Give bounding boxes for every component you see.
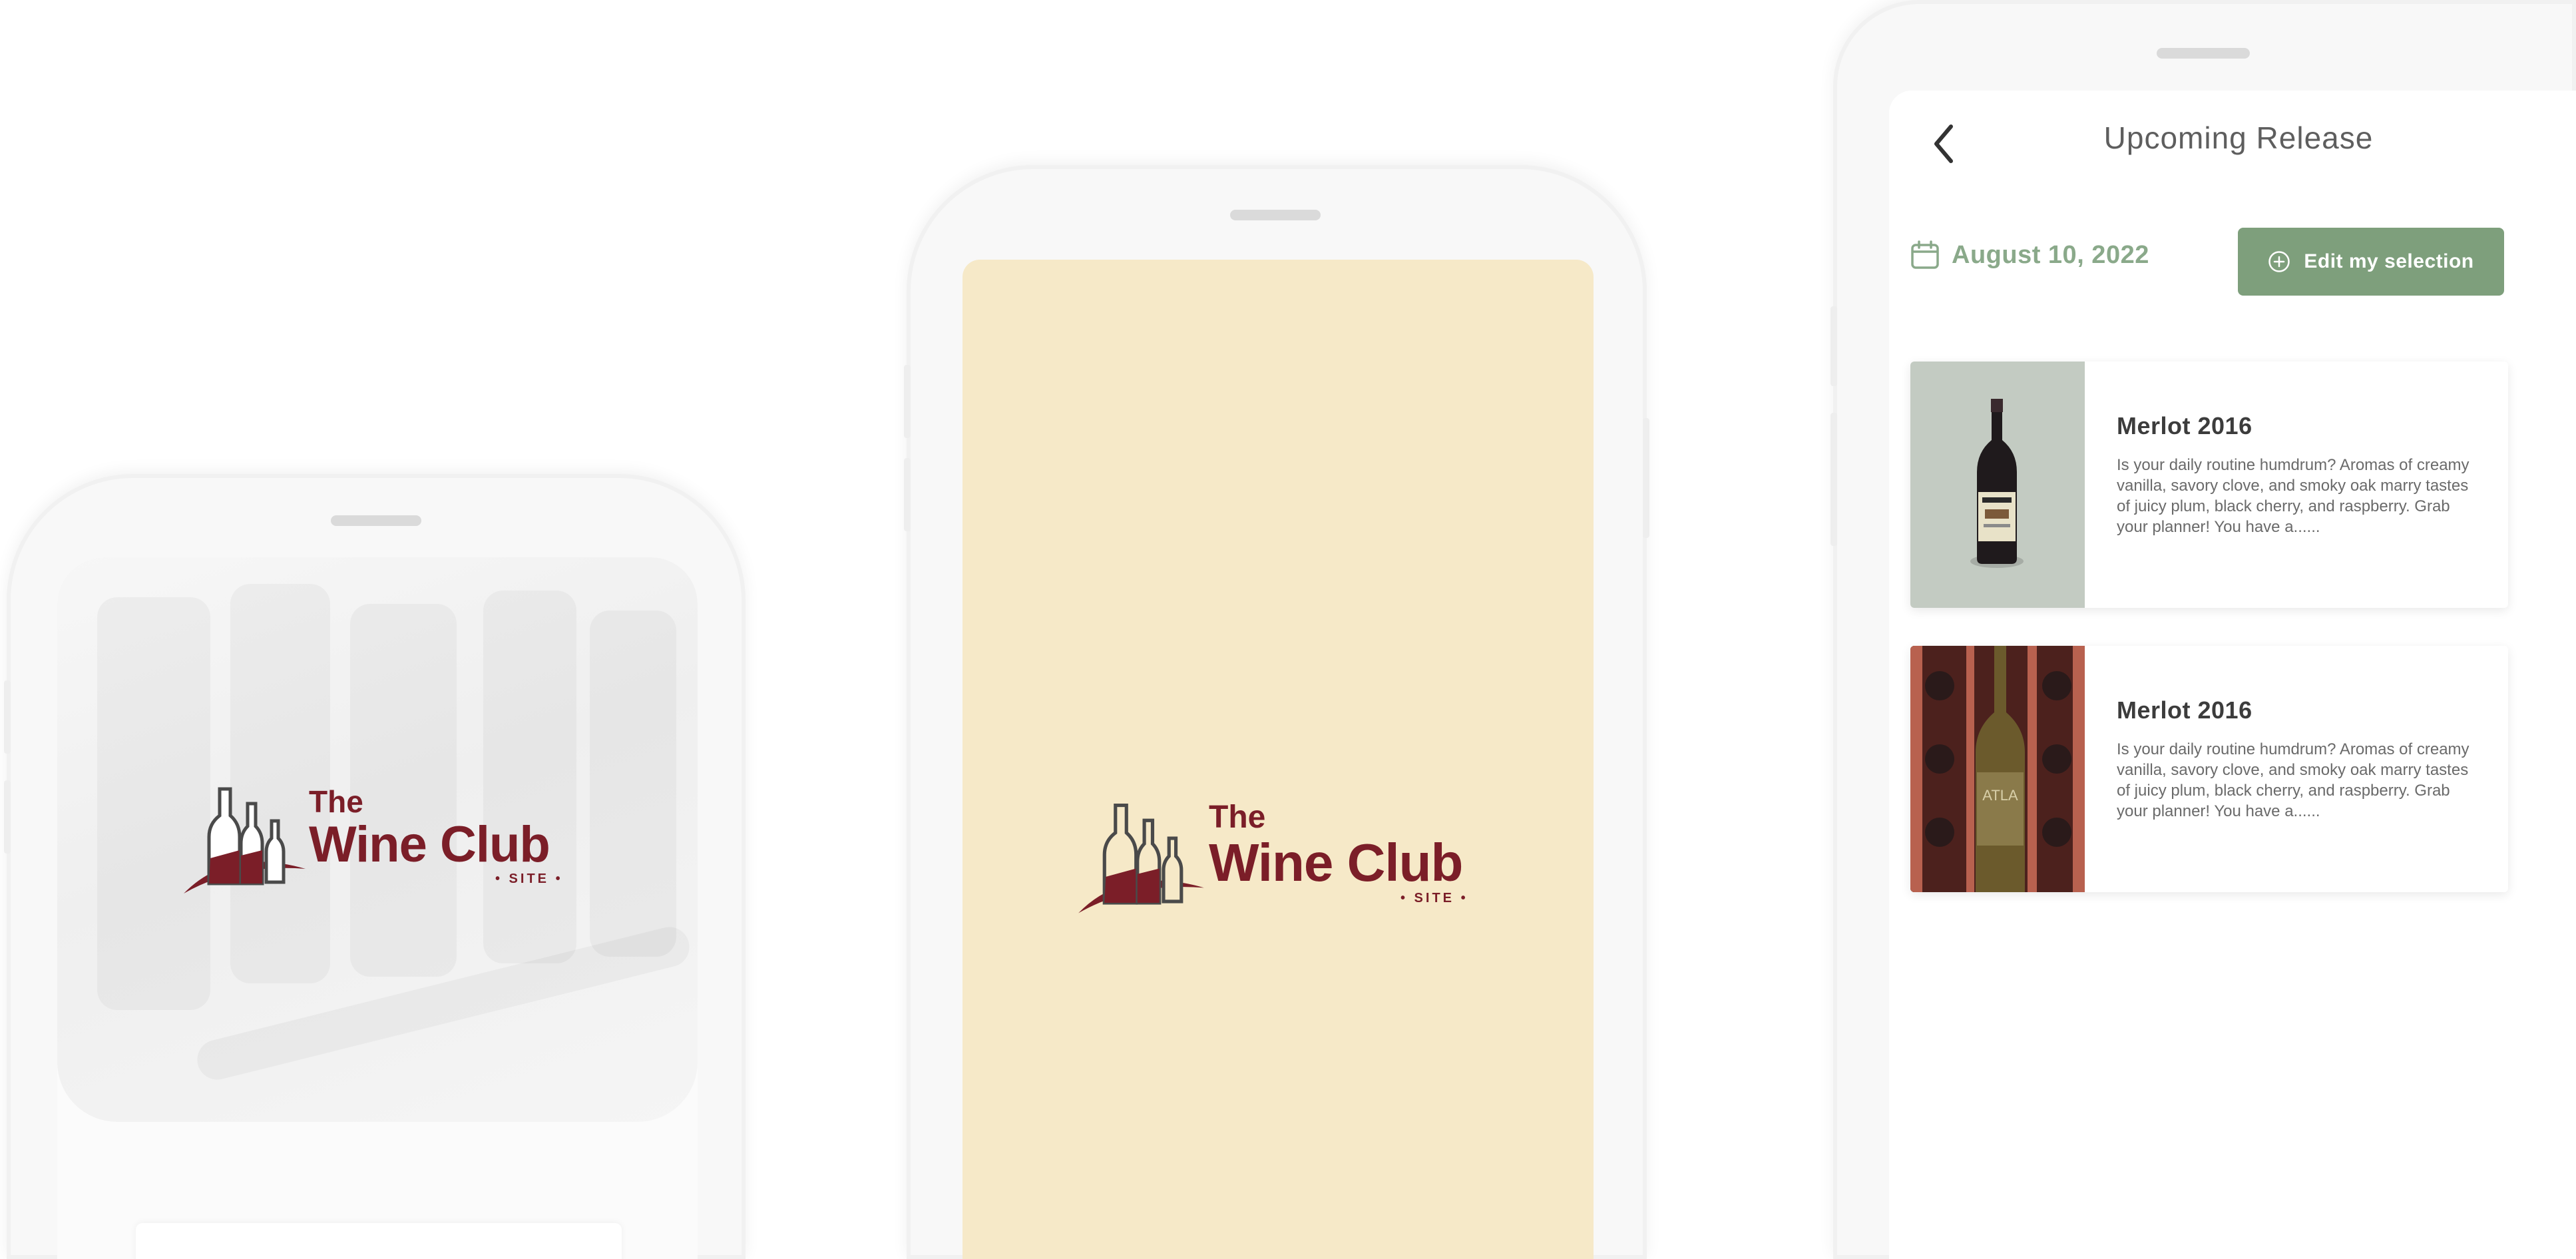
calendar-icon [1911,240,1939,269]
chevron-left-icon [1934,125,1953,163]
logo-text-the: The [1209,800,1266,835]
phone-mockup-welcome: The Wine Club • SITE • [4,474,746,1259]
logo-text-wine-club: Wine Club [309,816,550,873]
phone-speaker [331,515,421,526]
wine-card[interactable]: ATLA Merlot 2016 Is your daily routine h… [1910,646,2508,892]
edit-selection-label: Edit my selection [2304,250,2474,272]
wine-club-logo: The Wine Club • SITE • [182,784,582,897]
wine-card[interactable]: Merlot 2016 Is your daily routine humdru… [1910,362,2508,608]
plus-circle-icon [2268,250,2290,273]
back-button[interactable] [1924,117,1964,170]
volume-button [1830,413,1837,546]
wine-name: Merlot 2016 [2117,696,2253,724]
wine-description: Is your daily routine humdrum? Aromas of… [2117,740,2469,820]
volume-button [4,680,11,754]
upcoming-release-screen: Upcoming Release August 10, 2022 Edit my… [1889,91,2576,1259]
welcome-screen: The Wine Club • SITE • [57,557,698,1259]
volume-button [904,458,911,531]
phone-mockup-splash: The Wine Club • SITE • [904,165,1649,1259]
logo-text-site: • SITE • [1400,891,1468,905]
release-date: August 10, 2022 [1910,240,2149,270]
wine-description: Is your daily routine humdrum? Aromas of… [2117,456,2469,536]
volume-button [904,365,911,438]
volume-button [4,780,11,854]
wine-club-logo: The Wine Club • SITE • [1077,799,1490,919]
splash-screen: The Wine Club • SITE • [963,260,1594,1259]
phone-speaker [2157,48,2250,59]
power-button [1643,418,1649,538]
page-title: Upcoming Release [2103,121,2374,155]
wine-bottles-icon [184,787,306,893]
hero-image: The Wine Club • SITE • [57,557,698,1122]
content-card [136,1223,622,1259]
phone-mockup-upcoming-release: Upcoming Release August 10, 2022 Edit my… [1830,0,2576,1259]
wine-rack-image: ATLA [1910,646,2085,892]
bottle-label-text: ATLA [1982,787,2018,804]
phone-speaker [1230,210,1321,220]
wine-bottles-icon [1078,803,1204,913]
wine-bottle-image [1910,362,2085,608]
logo-text-site: • SITE • [495,872,563,886]
volume-button [1830,306,1837,386]
edit-selection-button[interactable]: Edit my selection [2238,228,2504,296]
wine-name: Merlot 2016 [2117,412,2253,439]
logo-text-wine-club: Wine Club [1209,833,1463,892]
release-date-text: August 10, 2022 [1952,240,2149,269]
logo-text-the: The [309,784,363,819]
